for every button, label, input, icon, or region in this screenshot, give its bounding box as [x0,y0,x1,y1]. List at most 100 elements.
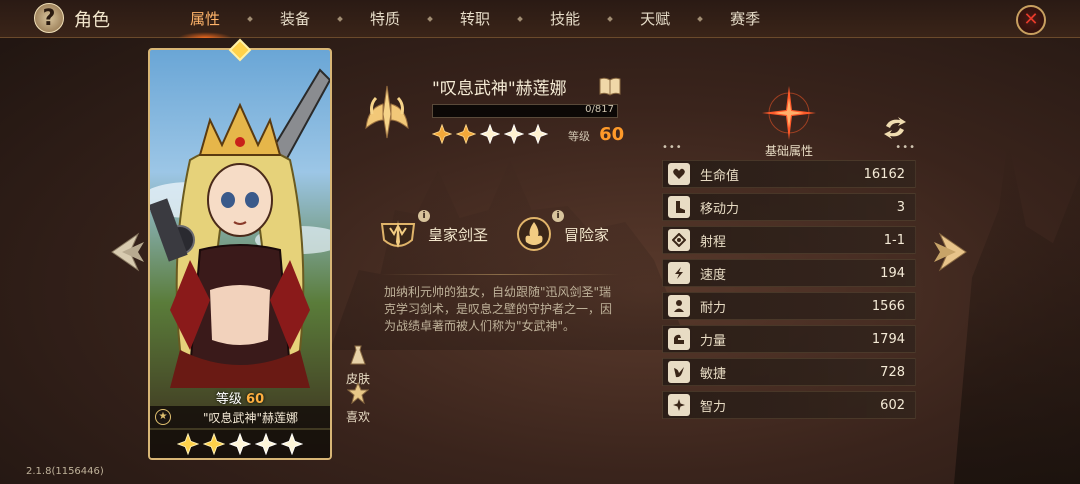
card-star-rating [150,430,330,458]
stat-label: 耐力 [700,300,727,316]
agility-icon [668,361,690,383]
star-icon [456,124,476,144]
tab-separator [337,16,343,22]
dress-icon [350,345,366,365]
top-bar: ? 角色 属性 装备 特质 转职 技能 天赋 赛季 ✕ [0,0,1080,38]
previous-hero-arrow-icon[interactable] [108,230,148,274]
tab-bar: 属性 装备 特质 转职 技能 天赋 赛季 [177,0,760,38]
hero-name: "叹息武神"赫莲娜 [432,79,567,99]
stat-row-hp: 生命值 16162 [662,160,916,188]
stat-row-agility: 敏捷 728 [662,358,916,386]
tab-attributes[interactable]: 属性 [177,0,233,38]
star-badge-icon: ★ [155,409,171,425]
close-button[interactable]: ✕ [1016,5,1046,35]
stat-label: 射程 [700,234,727,250]
experience-text: 0/817 [585,104,614,115]
tab-separator [517,16,523,22]
tab-separator [607,16,613,22]
target-icon [668,229,690,251]
page-title: 角色 [74,10,110,31]
tab-separator [697,16,703,22]
favorite-label: 喜欢 [345,410,370,424]
stat-label: 生命值 [700,168,740,184]
next-hero-arrow-icon[interactable] [930,230,970,274]
stat-label: 移动力 [700,201,740,217]
stat-value: 728 [880,364,905,380]
star-icon [255,433,277,455]
star-icon [203,433,225,455]
star-icon [346,381,370,405]
tab-traits[interactable]: 特质 [370,0,400,38]
trait-adventurer[interactable]: i 冒险家 [514,210,610,254]
stat-value: 194 [880,265,905,281]
card-level: 等级 60 [150,388,330,407]
skin-button[interactable]: 皮肤 [344,344,372,387]
stats-header: ••• 基础属性 ••• [662,142,916,158]
hero-description: 加纳利元帅的独女，自幼跟随"迅风剑圣"瑞克学习剑术，是叹息之壁的守护者之一，因为… [384,285,613,333]
flame-emblem-icon [517,217,551,251]
stat-value: 602 [880,397,905,413]
hero-star-rating [432,124,548,144]
stat-row-stamina: 耐力 1566 [662,292,916,320]
info-icon[interactable]: i [552,210,564,222]
star-icon [504,124,524,144]
star-icon [480,124,500,144]
header-dots-decoration: ••• [662,142,683,153]
section-divider [380,274,620,275]
tab-separator [427,16,433,22]
close-x-icon: ✕ [1023,9,1039,30]
card-name-bar: ★ "叹息武神"赫莲娜 [150,406,330,428]
version-text: 2.1.8(1156446) [26,466,104,477]
card-level-value: 60 [246,392,265,407]
trait-label: 冒险家 [564,225,610,244]
hero-card[interactable]: 等级 60 ★ "叹息武神"赫莲娜 [148,48,332,460]
stat-value: 1566 [871,298,905,314]
stat-label: 力量 [700,333,727,349]
stat-row-movement: 移动力 3 [662,193,916,221]
tree-silhouette [954,140,1080,484]
stat-value: 3 [896,199,905,215]
level-label: 等级 [568,130,590,143]
stat-value: 16162 [863,166,905,182]
stat-row-range: 射程 1-1 [662,226,916,254]
boot-icon [668,196,690,218]
tab-season[interactable]: 赛季 [730,0,760,38]
star-icon [528,124,548,144]
tab-class-change[interactable]: 转职 [460,0,490,38]
question-mark-icon[interactable]: ? [34,3,64,33]
trait-royal-swordmaster[interactable]: i 皇家剑圣 [378,210,489,254]
star-icon [177,433,199,455]
arm-icon [668,328,690,350]
stat-row-speed: 速度 194 [662,259,916,287]
header-dots-decoration: ••• [895,142,916,153]
tab-talent[interactable]: 天赋 [640,0,670,38]
favorite-button[interactable]: 喜欢 [344,381,372,425]
lightning-icon [668,262,690,284]
book-icon[interactable] [598,76,622,96]
stat-row-strength: 力量 1794 [662,325,916,353]
winged-sword-class-icon [365,85,409,139]
tab-equipment[interactable]: 装备 [280,0,310,38]
star-icon [432,124,452,144]
info-icon[interactable]: i [418,210,430,222]
stats-header-label: 基础属性 [764,144,813,158]
sparkle-icon [668,394,690,416]
experience-bar: 0/817 [432,104,618,118]
card-hero-name: "叹息武神"赫莲娜 [202,410,299,425]
stat-label: 速度 [700,267,727,283]
stat-value: 1-1 [883,232,905,248]
level-value: 60 [599,124,625,145]
hero-level: 等级 60 [568,124,624,145]
trait-label: 皇家剑圣 [428,225,489,244]
tab-skills[interactable]: 技能 [550,0,580,38]
swap-arrows-icon[interactable] [882,116,908,140]
stat-row-intelligence: 智力 602 [662,391,916,419]
stat-label: 敏捷 [700,366,727,382]
heart-icon [668,163,690,185]
card-level-label: 等级 [215,392,242,407]
star-icon [281,433,303,455]
stat-label: 智力 [700,399,727,415]
star-icon [229,433,251,455]
person-icon [668,295,690,317]
stat-value: 1794 [871,331,905,347]
